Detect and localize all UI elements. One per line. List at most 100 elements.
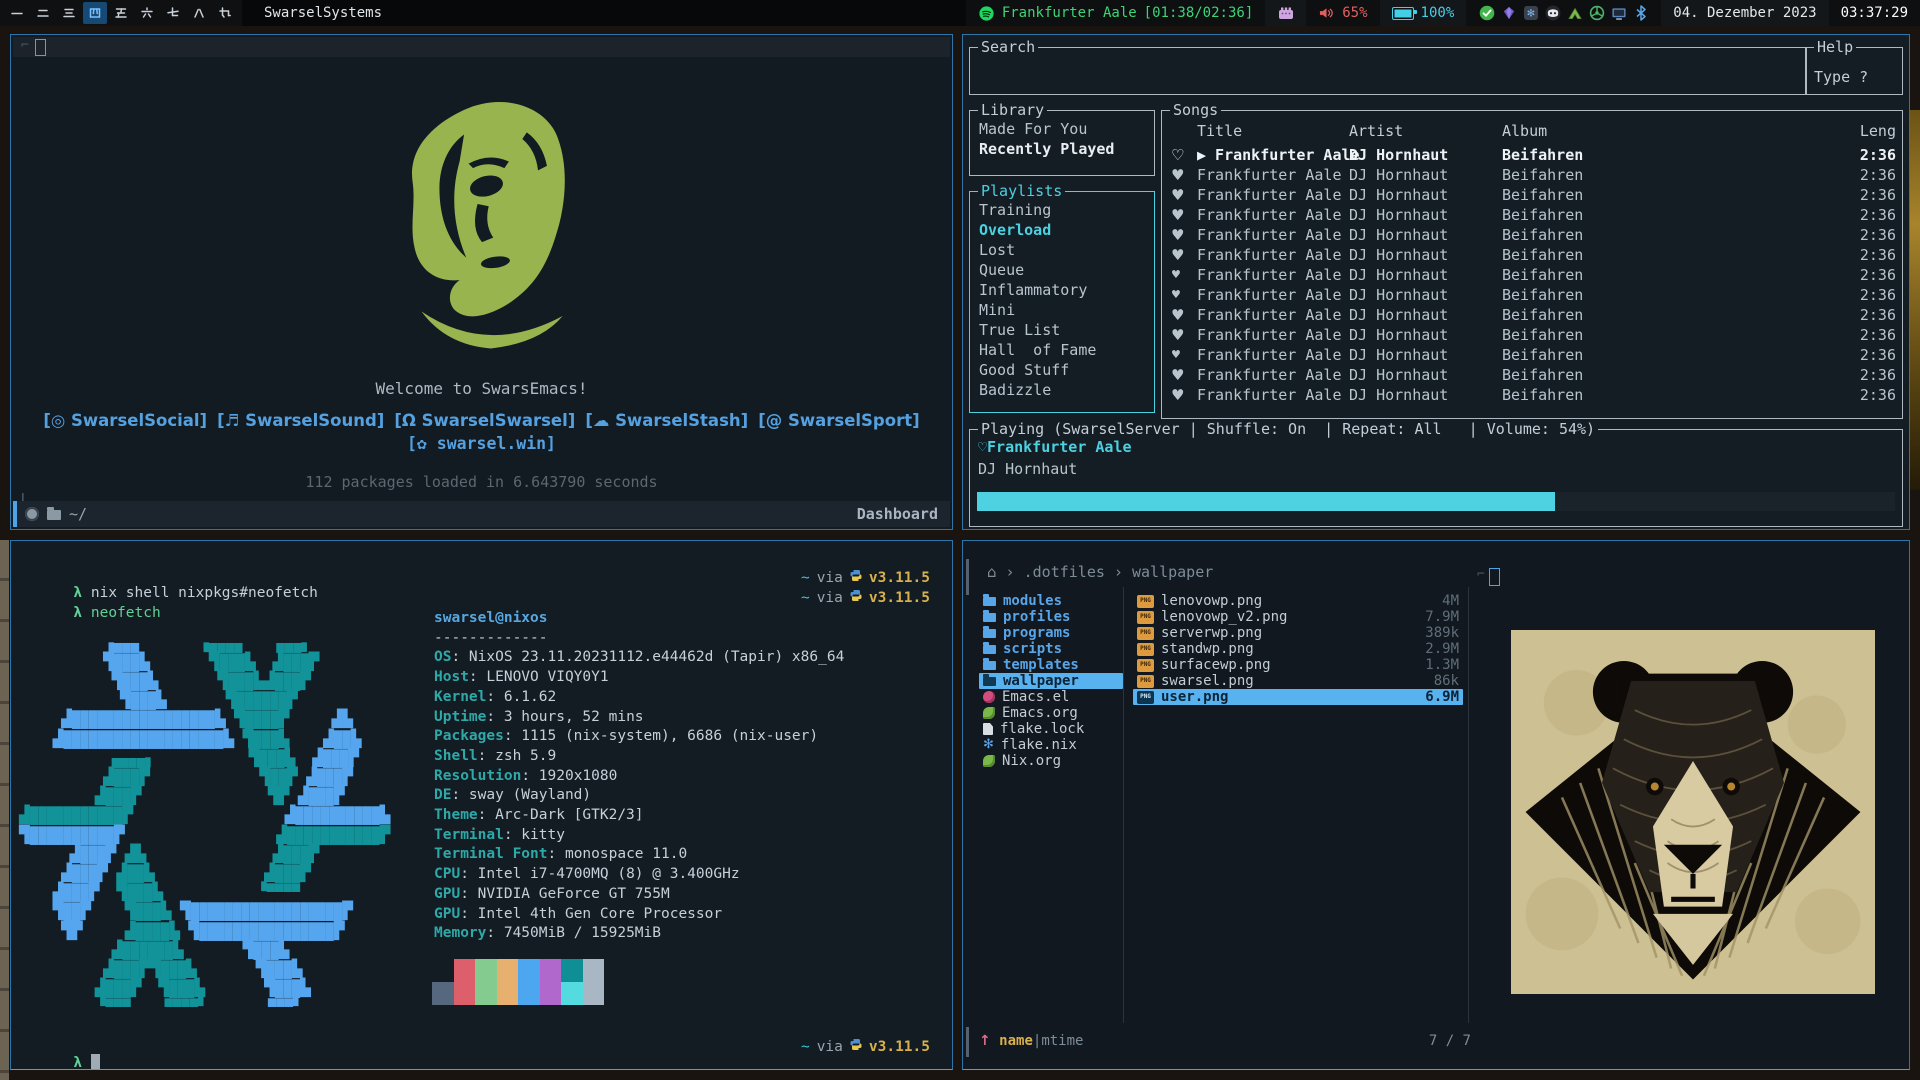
library-item-made-for-you[interactable]: Made For You [979, 119, 1150, 139]
song-row[interactable]: ♥Frankfurter AaleDJ HornhautBeifahren2:3… [1171, 365, 1896, 385]
song-row[interactable]: ♥Frankfurter AaleDJ HornhautBeifahren2:3… [1171, 345, 1896, 365]
heart-icon[interactable]: ♥ [1171, 165, 1197, 185]
song-row[interactable]: ♥Frankfurter AaleDJ HornhautBeifahren2:3… [1171, 385, 1896, 405]
fm-file-row[interactable]: PNGsurfacewp.png1.3M [1133, 657, 1463, 673]
fm-file-row[interactable]: PNGlenovowp.png4M [1133, 593, 1463, 609]
playlist-item-lost[interactable]: Lost [979, 240, 1150, 260]
heart-icon[interactable]: ♥ [1171, 325, 1197, 345]
heart-icon[interactable]: ♥ [1171, 205, 1197, 225]
wheel-icon[interactable] [1588, 5, 1605, 22]
workspace-二[interactable] [31, 2, 55, 24]
library-item-recently-played[interactable]: Recently Played [979, 139, 1150, 159]
fm-dir-row[interactable]: modules [979, 593, 1123, 609]
bluetooth-icon[interactable] [1632, 5, 1649, 22]
battery-widget[interactable]: 100% [1380, 0, 1467, 26]
python-icon [850, 1038, 862, 1055]
fm-dir-row[interactable]: Nix.org [979, 753, 1123, 769]
song-row[interactable]: ♥Frankfurter AaleDJ HornhautBeifahren2:3… [1171, 305, 1896, 325]
song-length: 2:36 [1836, 145, 1896, 165]
volume-widget[interactable]: 65% [1306, 0, 1379, 26]
fm-dir-row[interactable]: ✻flake.nix [979, 737, 1123, 753]
link-swarselstash[interactable]: [☁ SwarselStash] [585, 411, 748, 430]
playlist-item-badizzle[interactable]: Badizzle [979, 380, 1150, 400]
sort-key[interactable]: name [999, 1033, 1033, 1049]
song-row[interactable]: ♥Frankfurter AaleDJ HornhautBeifahren2:3… [1171, 165, 1896, 185]
nix-icon[interactable]: ✻ [1522, 5, 1539, 22]
heart-icon[interactable]: ♥ [1171, 385, 1197, 405]
info-value: : monospace 11.0 [548, 846, 688, 862]
heart-icon[interactable]: ♥ [1171, 265, 1197, 285]
workspace-三[interactable] [57, 2, 81, 24]
song-row[interactable]: ♥Frankfurter AaleDJ HornhautBeifahren2:3… [1171, 325, 1896, 345]
sort-secondary-key[interactable]: mtime [1041, 1033, 1083, 1049]
link-swarselswarsel[interactable]: [Ω SwarselSwarsel] [394, 411, 575, 430]
fm-dir-row[interactable]: scripts [979, 641, 1123, 657]
fm-file-row[interactable]: PNGstandwp.png2.9M [1133, 641, 1463, 657]
workspace-五[interactable] [109, 2, 133, 24]
tent-icon[interactable] [1566, 5, 1583, 22]
fm-dir-row[interactable]: profiles [979, 609, 1123, 625]
playlist-item-overload[interactable]: Overload [979, 220, 1150, 240]
song-row[interactable]: ♥Frankfurter AaleDJ HornhautBeifahren2:3… [1171, 285, 1896, 305]
breadcrumb[interactable]: ⌂ › .dotfiles › wallpaper [987, 563, 1213, 581]
fm-file-row[interactable]: PNGlenovowp_v2.png7.9M [1133, 609, 1463, 625]
song-row[interactable]: ♡▶ Frankfurter AaleDJ HornhautBeifahren2… [1171, 145, 1896, 165]
song-row[interactable]: ♥Frankfurter AaleDJ HornhautBeifahren2:3… [1171, 225, 1896, 245]
heart-icon[interactable]: ♥ [1171, 225, 1197, 245]
link-swarselsound[interactable]: [♬ SwarselSound] [217, 411, 384, 430]
scroll-indicator[interactable] [966, 559, 969, 595]
org-file-icon [983, 707, 995, 719]
song-row[interactable]: ♥Frankfurter AaleDJ HornhautBeifahren2:3… [1171, 245, 1896, 265]
fm-dir-row[interactable]: Emacs.org [979, 705, 1123, 721]
heart-icon[interactable]: ♥ [1171, 365, 1197, 385]
workspace-四[interactable] [83, 2, 107, 24]
playlist-item-training[interactable]: Training [979, 200, 1150, 220]
fm-file-row[interactable]: PNGuser.png6.9M [1133, 689, 1463, 705]
workspace-九[interactable] [213, 2, 237, 24]
link-swarselsocial[interactable]: [◎ SwarselSocial] [43, 411, 207, 430]
heart-icon[interactable]: ♥ [1171, 305, 1197, 325]
fm-dir-row[interactable]: programs [979, 625, 1123, 641]
discord-icon[interactable] [1544, 5, 1561, 22]
playlist-item-true-list[interactable]: True List [979, 320, 1150, 340]
display-icon[interactable] [1610, 5, 1627, 22]
sort-direction-icon[interactable]: ↑ [979, 1033, 991, 1049]
fm-dir-row[interactable]: templates [979, 657, 1123, 673]
gem-icon[interactable] [1500, 5, 1517, 22]
heart-icon[interactable]: ♡ [1171, 145, 1197, 165]
song-row[interactable]: ♥Frankfurter AaleDJ HornhautBeifahren2:3… [1171, 265, 1896, 285]
fm-dir-row[interactable]: flake.lock [979, 721, 1123, 737]
now-playing-widget[interactable]: Frankfurter Aale[01:38/02:36] [966, 0, 1265, 26]
playlist-item-queue[interactable]: Queue [979, 260, 1150, 280]
song-row[interactable]: ♥Frankfurter AaleDJ HornhautBeifahren2:3… [1171, 185, 1896, 205]
playlist-item-hall-of-fame[interactable]: Hall of Fame [979, 340, 1150, 360]
songs-panel: Songs Title Artist Album Leng ♡▶ Frankfu… [1161, 110, 1903, 419]
song-row[interactable]: ♥Frankfurter AaleDJ HornhautBeifahren2:3… [1171, 205, 1896, 225]
workspace-八[interactable] [187, 2, 211, 24]
link-swarselsport[interactable]: [@ SwarselSport] [758, 411, 919, 430]
keyboard-widget[interactable] [1265, 0, 1306, 26]
fm-dir-row[interactable]: Emacs.el [979, 689, 1123, 705]
heart-icon[interactable]: ♥ [1171, 245, 1197, 265]
fm-dir-row[interactable]: wallpaper [979, 673, 1123, 689]
workspace-七[interactable] [161, 2, 185, 24]
breadcrumb-part[interactable]: .dotfiles [1024, 563, 1105, 581]
heart-icon[interactable]: ♥ [1171, 185, 1197, 205]
song-length: 2:36 [1836, 385, 1896, 405]
check-icon[interactable] [1478, 5, 1495, 22]
workspace-六[interactable] [135, 2, 159, 24]
home-icon[interactable]: ⌂ [987, 563, 997, 581]
link-swarsel-win[interactable]: [✿ swarsel.win] [11, 434, 952, 453]
scroll-indicator[interactable] [966, 1027, 969, 1057]
playlist-item-mini[interactable]: Mini [979, 300, 1150, 320]
playlist-item-good-stuff[interactable]: Good Stuff [979, 360, 1150, 380]
fm-file-row[interactable]: PNGswarsel.png86k [1133, 673, 1463, 689]
search-input[interactable] [974, 52, 1772, 90]
heart-icon[interactable]: ♥ [1171, 285, 1197, 305]
heart-icon[interactable]: ♥ [1171, 345, 1197, 365]
breadcrumb-part[interactable]: wallpaper [1132, 563, 1213, 581]
seek-bar[interactable] [977, 492, 1895, 511]
fm-file-row[interactable]: PNGserverwp.png389k [1133, 625, 1463, 641]
workspace-一[interactable] [5, 2, 29, 24]
playlist-item-inflammatory[interactable]: Inflammatory [979, 280, 1150, 300]
